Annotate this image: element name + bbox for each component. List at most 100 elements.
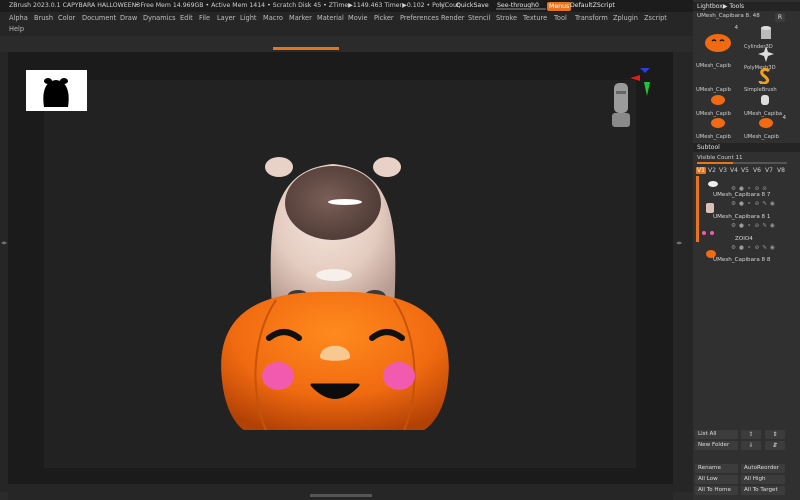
tool-thumb-7[interactable]: UMesh_Capiba: [744, 92, 788, 117]
arrow-up-button[interactable]: ⇧: [741, 430, 761, 439]
new-folder-button[interactable]: New Folder: [695, 441, 738, 450]
tool-thumb-8[interactable]: UMesh_Capib: [696, 115, 740, 140]
visible-tab-v6[interactable]: V6: [753, 167, 761, 174]
menu-alpha[interactable]: Alpha: [9, 14, 28, 22]
auto-reorder-button[interactable]: AutoReorder: [741, 464, 785, 473]
menu-material[interactable]: Material: [317, 14, 344, 22]
quicksave-button[interactable]: QuickSave: [456, 0, 489, 12]
menu-zscript[interactable]: Zscript: [644, 14, 667, 22]
pumpkin-right-cheek: [383, 362, 415, 390]
visible-count-slider[interactable]: [697, 162, 787, 164]
menu-render[interactable]: Render: [441, 14, 464, 22]
visible-tab-v1[interactable]: V1: [696, 167, 706, 174]
default-zscript-button[interactable]: DefaultZScript: [570, 0, 615, 12]
subtool-row-2-icons[interactable]: ⚙●⚬⊘✎◉: [731, 201, 778, 207]
subtool-row-2[interactable]: UMesh_Capibara 8 7 ⚙●⚬⊘✎◉: [703, 192, 789, 212]
pumpkin-small-icon: [711, 118, 725, 128]
visible-tab-v5[interactable]: V5: [741, 167, 749, 174]
subtool-row-3-icons[interactable]: ⚙●⚬⊘✎◉: [731, 223, 778, 229]
top-shelf: [0, 36, 693, 52]
menu-document[interactable]: Document: [82, 14, 116, 22]
seethrough-value: 0: [535, 2, 539, 9]
capybara-silhouette-icon: [43, 78, 69, 107]
face-highlight: [328, 199, 362, 205]
subtool-row-4-icons[interactable]: ⚙●⚬⊘✎◉: [731, 245, 778, 251]
subtool-header[interactable]: Subtool: [693, 143, 800, 152]
title-bar: ZBrush 2023.0.1 CAPYBARA HALLOWEEN3 • Fr…: [0, 0, 800, 12]
document-thumbnail[interactable]: [26, 70, 87, 111]
menu-dynamics[interactable]: Dynamics: [143, 14, 176, 22]
right-tray-toggle-icon[interactable]: ◀▶: [676, 240, 682, 260]
menu-stencil[interactable]: Stencil: [468, 14, 490, 22]
left-ear: [265, 157, 293, 177]
pumpkin-left-cheek: [262, 362, 294, 390]
all-to-target-button[interactable]: All To Target: [741, 486, 785, 495]
tool-thumb-3[interactable]: PolyMesh3D: [744, 46, 788, 71]
menu-movie[interactable]: Movie: [348, 14, 368, 22]
capybara-thumb-icon: [706, 203, 714, 213]
menu-edit[interactable]: Edit: [180, 14, 193, 22]
polymesh-star-icon: [758, 46, 774, 62]
subtool-thumb-icon: [708, 181, 718, 187]
arrow-down-button[interactable]: ⇩: [741, 441, 761, 450]
capybara-small-icon: [761, 95, 769, 105]
menu-macro[interactable]: Macro: [263, 14, 283, 22]
menu-transform[interactable]: Transform: [575, 14, 608, 22]
menu-layer[interactable]: Layer: [217, 14, 235, 22]
menus-button[interactable]: Menus: [547, 1, 572, 11]
all-high-button[interactable]: All High: [741, 475, 785, 484]
visible-tab-v3[interactable]: V3: [719, 167, 727, 174]
menu-preferences[interactable]: Preferences: [400, 14, 439, 22]
menu-draw[interactable]: Draw: [120, 14, 137, 22]
tool-thumb-4[interactable]: UMesh_Capib: [696, 68, 740, 93]
all-low-button[interactable]: All Low: [695, 475, 738, 484]
menu-brush[interactable]: Brush: [34, 14, 53, 22]
tool-thumb-1[interactable]: 4 UMesh_Capib: [696, 25, 740, 69]
subtool-row-3[interactable]: UMesh_Capibara 8 1 ⚙●⚬⊘✎◉: [703, 203, 789, 234]
lightbox-tools-header[interactable]: Lightbox▶ Tools: [693, 2, 800, 11]
arrow-ud-button[interactable]: ⇵: [765, 441, 785, 450]
visible-tab-v4[interactable]: V4: [730, 167, 738, 174]
menu-stroke[interactable]: Stroke: [496, 14, 517, 22]
tool-thumb-9[interactable]: 4 UMesh_Capib: [744, 115, 788, 140]
arrow-up-down-button[interactable]: ⇕: [765, 430, 785, 439]
subtool-row-5[interactable]: UMesh_Capibara 8 8: [703, 250, 789, 277]
tool-thumb-5[interactable]: SimpleBrush: [744, 68, 788, 93]
simplebrush-s-icon: [758, 68, 771, 84]
rename-button[interactable]: Rename: [695, 464, 738, 473]
menu-marker[interactable]: Marker: [289, 14, 312, 22]
visible-count-slider-fill: [697, 162, 733, 164]
menu-zplugin[interactable]: Zplugin: [613, 14, 638, 22]
list-all-button[interactable]: List All: [695, 430, 738, 439]
menu-bar: Alpha Brush Color Document Draw Dynamics…: [0, 12, 693, 36]
menu-picker[interactable]: Picker: [374, 14, 394, 22]
active-palette-marker: [273, 47, 339, 50]
menu-help[interactable]: Help: [9, 25, 24, 33]
app-title: ZBrush 2023.0.1 CAPYBARA HALLOWEEN3: [9, 2, 141, 9]
menu-tool[interactable]: Tool: [554, 14, 567, 22]
visible-tab-v7[interactable]: V7: [765, 167, 773, 174]
left-tray-toggle-icon[interactable]: ◀▶: [1, 240, 7, 260]
ac-label: AC: [438, 2, 447, 9]
menu-light[interactable]: Light: [240, 14, 256, 22]
menu-file[interactable]: File: [199, 14, 210, 22]
bottom-shelf-handle[interactable]: [310, 494, 372, 497]
menu-texture[interactable]: Texture: [523, 14, 547, 22]
axis-gizmo-icon[interactable]: [630, 68, 660, 100]
orientation-head-icon[interactable]: [610, 81, 632, 129]
r-button[interactable]: R: [775, 13, 785, 22]
all-to-home-button[interactable]: All To Home: [695, 486, 738, 495]
seethrough-slider[interactable]: [496, 8, 546, 10]
capybara-pumpkin-model: [221, 157, 449, 431]
subtool-folder-bar: [696, 176, 699, 242]
document-canvas[interactable]: [44, 68, 650, 468]
tool-thumb-6[interactable]: UMesh_Capib: [696, 92, 740, 117]
left-shelf: [0, 52, 8, 492]
visible-tab-v2[interactable]: V2: [708, 167, 716, 174]
pumpkin-small-icon: [759, 118, 773, 128]
visible-tab-v8[interactable]: V8: [777, 167, 785, 174]
pumpkin-small-icon: [711, 95, 725, 105]
menu-color[interactable]: Color: [58, 14, 75, 22]
bottom-shelf: [8, 484, 673, 500]
cylinder-icon: [761, 26, 771, 39]
